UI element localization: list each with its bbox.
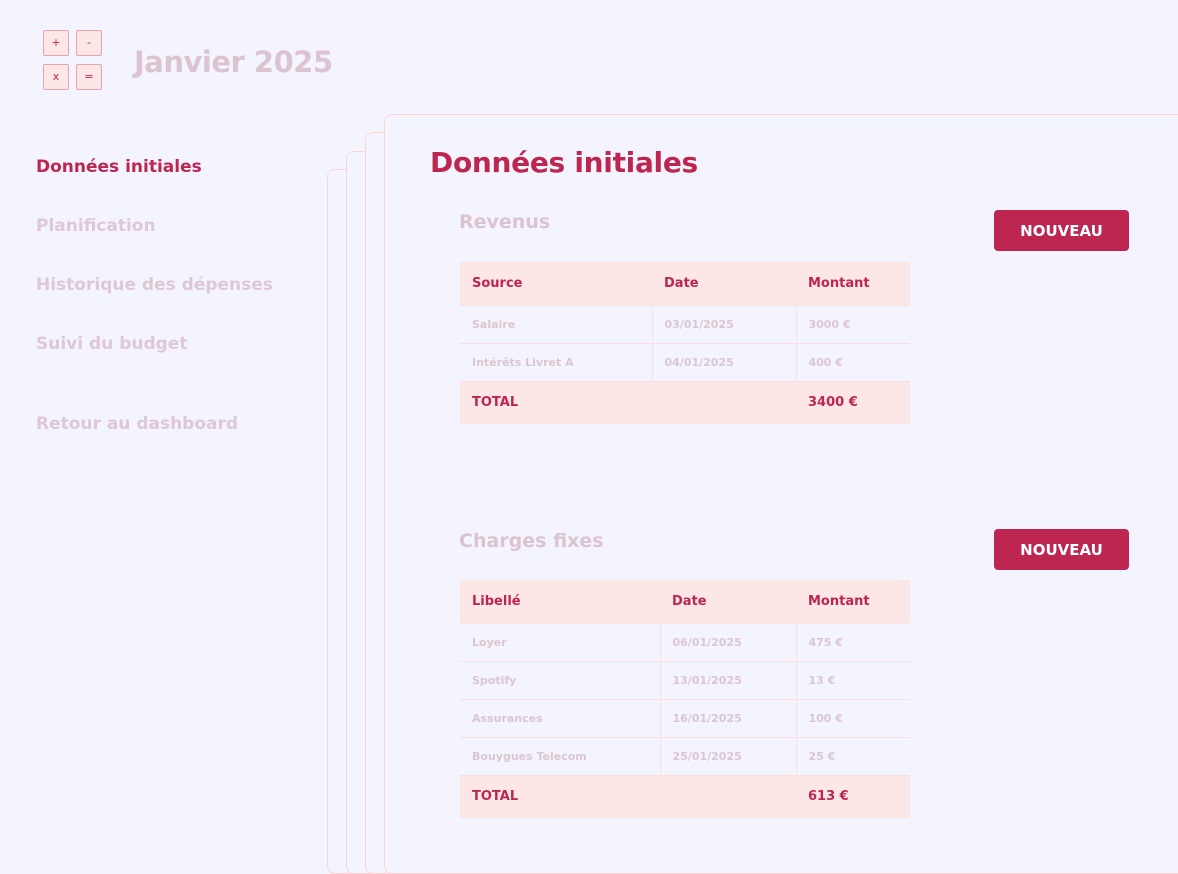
cell-date: 25/01/2025 bbox=[659, 736, 796, 775]
total-row: TOTAL 613 € bbox=[460, 774, 910, 818]
calculator-logo-icon: + - x = bbox=[43, 30, 105, 91]
cell-date: 03/01/2025 bbox=[651, 304, 796, 343]
cell-montant: 400 € bbox=[795, 342, 910, 381]
cell-source: Salaire bbox=[460, 304, 652, 343]
charges-section-title: Charges fixes bbox=[459, 530, 604, 552]
column-header-date: Date bbox=[652, 262, 796, 305]
total-spacer bbox=[652, 380, 796, 424]
sidebar-item-donnees-initiales[interactable]: Données initiales bbox=[36, 155, 202, 179]
add-revenu-button[interactable]: NOUVEAU bbox=[994, 210, 1129, 251]
sidebar-item-historique-depenses[interactable]: Historique des dépenses bbox=[36, 273, 273, 297]
cell-libelle: Spotify bbox=[460, 660, 660, 699]
cell-montant: 25 € bbox=[795, 736, 910, 775]
equals-key: = bbox=[76, 64, 102, 90]
table-header-row: Source Date Montant bbox=[460, 262, 910, 305]
column-header-date: Date bbox=[660, 580, 796, 623]
total-label: TOTAL bbox=[460, 380, 652, 424]
charges-table: Libellé Date Montant Loyer 06/01/2025 47… bbox=[460, 580, 910, 818]
table-row[interactable]: Bouygues Telecom 25/01/2025 25 € bbox=[460, 736, 910, 775]
cell-date: 13/01/2025 bbox=[659, 660, 796, 699]
cell-montant: 475 € bbox=[795, 622, 910, 661]
cell-libelle: Loyer bbox=[460, 622, 660, 661]
cell-date: 06/01/2025 bbox=[659, 622, 796, 661]
sidebar-item-retour-dashboard[interactable]: Retour au dashboard bbox=[36, 412, 238, 436]
total-value: 613 € bbox=[796, 774, 910, 818]
cell-montant: 100 € bbox=[795, 698, 910, 737]
plus-key: + bbox=[43, 30, 69, 56]
cell-date: 04/01/2025 bbox=[651, 342, 796, 381]
table-row[interactable]: Spotify 13/01/2025 13 € bbox=[460, 660, 910, 699]
add-charge-button[interactable]: NOUVEAU bbox=[994, 529, 1129, 570]
multiply-key: x bbox=[43, 64, 69, 90]
column-header-libelle: Libellé bbox=[460, 580, 660, 623]
revenus-section-title: Revenus bbox=[459, 211, 551, 233]
total-value: 3400 € bbox=[796, 380, 910, 424]
cell-source: Intérêts Livret A bbox=[460, 342, 652, 381]
sidebar-item-suivi-budget[interactable]: Suivi du budget bbox=[36, 332, 187, 356]
total-spacer bbox=[660, 774, 796, 818]
cell-montant: 3000 € bbox=[795, 304, 910, 343]
cell-montant: 13 € bbox=[795, 660, 910, 699]
table-row[interactable]: Assurances 16/01/2025 100 € bbox=[460, 698, 910, 737]
sidebar-item-planification[interactable]: Planification bbox=[36, 214, 156, 238]
table-row[interactable]: Intérêts Livret A 04/01/2025 400 € bbox=[460, 342, 910, 381]
revenus-table: Source Date Montant Salaire 03/01/2025 3… bbox=[460, 262, 910, 424]
cell-date: 16/01/2025 bbox=[659, 698, 796, 737]
column-header-montant: Montant bbox=[796, 262, 910, 305]
table-row[interactable]: Loyer 06/01/2025 475 € bbox=[460, 622, 910, 661]
panel-title: Données initiales bbox=[430, 146, 698, 179]
total-label: TOTAL bbox=[460, 774, 660, 818]
column-header-montant: Montant bbox=[796, 580, 910, 623]
total-row: TOTAL 3400 € bbox=[460, 380, 910, 424]
table-header-row: Libellé Date Montant bbox=[460, 580, 910, 623]
cell-libelle: Bouygues Telecom bbox=[460, 736, 660, 775]
page-title: Janvier 2025 bbox=[134, 45, 333, 79]
cell-libelle: Assurances bbox=[460, 698, 660, 737]
minus-key: - bbox=[76, 30, 102, 56]
column-header-source: Source bbox=[460, 262, 652, 305]
table-row[interactable]: Salaire 03/01/2025 3000 € bbox=[460, 304, 910, 343]
